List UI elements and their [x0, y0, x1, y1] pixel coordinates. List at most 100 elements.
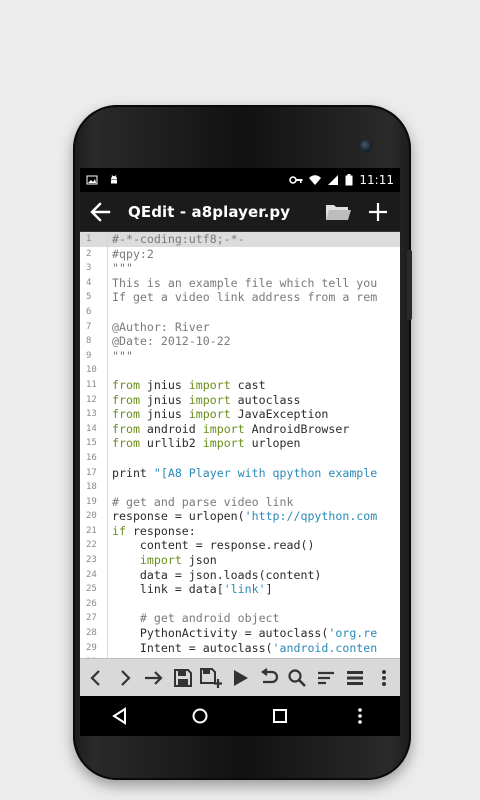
- editor-toolbar: [80, 658, 400, 696]
- line-number: 18: [80, 480, 108, 495]
- chevron-left-icon: [90, 669, 101, 686]
- code-text: @Author: River: [112, 320, 210, 335]
- undo-icon: [260, 667, 278, 683]
- page-title: QEdit - a8player.py: [128, 202, 291, 221]
- line-number: 29: [80, 640, 108, 656]
- undo-button[interactable]: [256, 663, 282, 693]
- code-token: android: [139, 421, 203, 436]
- code-line[interactable]: 19 # get and parse video link: [80, 494, 400, 510]
- code-line[interactable]: 4 This is an example file which tell you: [80, 275, 400, 291]
- line-number: 6: [80, 304, 108, 320]
- code-line[interactable]: 5 If get a video link address from a rem: [80, 290, 400, 305]
- nav-menu-button[interactable]: [340, 698, 380, 734]
- line-number: 16: [80, 450, 108, 466]
- save-button[interactable]: [170, 663, 196, 693]
- code-token: import: [202, 421, 245, 436]
- code-token: Intent = autoclass(: [112, 640, 273, 655]
- code-line[interactable]: 25 link = data['link']: [80, 582, 400, 597]
- nav-recents-button[interactable]: [260, 698, 300, 734]
- code-line[interactable]: 24 data = json.loads(content): [80, 567, 400, 583]
- code-token: #qpy:2: [112, 246, 154, 261]
- code-editor[interactable]: 1 #-*-coding:utf8;-*- 2 #qpy:2 3 """ 4 This is …: [80, 232, 400, 658]
- format-button[interactable]: [313, 663, 339, 693]
- signal-icon: [328, 175, 339, 185]
- vpn-key-icon: [289, 176, 303, 184]
- nav-right-button[interactable]: [112, 663, 138, 693]
- code-token: jnius: [139, 377, 189, 392]
- run-button[interactable]: [227, 663, 253, 693]
- code-line[interactable]: 8 @Date: 2012-10-22: [80, 334, 400, 349]
- folder-icon: [326, 204, 351, 220]
- code-text: print "[A8 Player with qpython example: [112, 466, 377, 481]
- code-line[interactable]: 16: [80, 450, 400, 466]
- code-token: 'org.re: [328, 626, 378, 641]
- search-button[interactable]: [284, 663, 310, 693]
- code-line[interactable]: 15 from urllib2 import urlopen: [80, 436, 400, 451]
- code-token: urllib2: [139, 436, 203, 451]
- code-line[interactable]: 21 if response:: [80, 523, 400, 539]
- code-token: 'http://qpython.com: [244, 509, 378, 524]
- code-token: """: [112, 348, 133, 363]
- code-token: response:: [125, 523, 196, 538]
- line-number: 9: [80, 348, 108, 364]
- nav-back-button[interactable]: [100, 698, 140, 734]
- code-text: This is an example file which tell you: [112, 276, 377, 291]
- nav-home-icon: [192, 708, 208, 724]
- code-line[interactable]: 17 print "[A8 Player with qpython example: [80, 465, 400, 481]
- status-bar: 11:11: [80, 168, 400, 192]
- code-text: # get and parse video link: [112, 495, 293, 510]
- android-notification-icon: [111, 175, 117, 184]
- code-line[interactable]: 20 response = urlopen('http://qpython.com: [80, 509, 400, 524]
- code-text: data = json.loads(content): [112, 567, 322, 583]
- code-token: import: [188, 407, 231, 422]
- code-line[interactable]: 18: [80, 480, 400, 495]
- line-number: 22: [80, 538, 108, 554]
- code-line[interactable]: 6: [80, 304, 400, 320]
- code-line[interactable]: 28 PythonActivity = autoclass('org.re: [80, 626, 400, 641]
- code-text: import json: [112, 553, 217, 568]
- code-line[interactable]: 29 Intent = autoclass('android.conten: [80, 640, 400, 656]
- nav-recents-icon: [273, 709, 287, 723]
- code-line[interactable]: 12 from jnius import autoclass: [80, 392, 400, 408]
- line-number: 12: [80, 392, 108, 408]
- code-token: import: [188, 392, 231, 407]
- code-line[interactable]: 13 from jnius import JavaException: [80, 407, 400, 422]
- image-notification-icon: [86, 175, 98, 185]
- code-line[interactable]: 10: [80, 363, 400, 378]
- code-line[interactable]: 22 content = response.read(): [80, 538, 400, 554]
- save-as-button[interactable]: [198, 663, 224, 693]
- code-token: from: [112, 436, 140, 451]
- nav-left-button[interactable]: [83, 663, 109, 693]
- code-line[interactable]: 23 import json: [80, 553, 400, 568]
- wifi-icon: [309, 175, 322, 185]
- code-token: data = json.loads(content): [112, 567, 322, 582]
- code-line[interactable]: 9 """: [80, 348, 400, 364]
- play-icon: [233, 669, 248, 686]
- line-number: 13: [80, 407, 108, 422]
- goto-line-button[interactable]: [141, 663, 167, 693]
- code-token: # get and parse video link: [112, 494, 294, 509]
- nav-home-button[interactable]: [180, 698, 220, 734]
- code-text: link = data['link']: [112, 582, 273, 597]
- code-line[interactable]: 26: [80, 596, 400, 612]
- open-folder-button[interactable]: [320, 194, 356, 230]
- code-line[interactable]: 3 """: [80, 261, 400, 276]
- code-token: jnius: [139, 392, 189, 407]
- code-line[interactable]: 7 @Author: River: [80, 319, 400, 335]
- add-file-button[interactable]: [360, 194, 396, 230]
- code-token: cast: [230, 377, 266, 392]
- code-line[interactable]: 14 from android import AndroidBrowser: [80, 421, 400, 437]
- back-arrow-button[interactable]: [80, 192, 120, 232]
- code-line[interactable]: 2 #qpy:2: [80, 246, 400, 262]
- code-line[interactable]: 1 #-*-coding:utf8;-*-: [80, 232, 400, 247]
- line-number: 24: [80, 567, 108, 583]
- code-line[interactable]: 27 # get android object: [80, 611, 400, 627]
- phone-side-button: [407, 250, 412, 320]
- status-time: 11:11: [359, 173, 394, 187]
- list-button[interactable]: [342, 663, 368, 693]
- line-number: 27: [80, 611, 108, 627]
- system-nav-bar: [80, 696, 400, 736]
- overflow-menu-button[interactable]: [371, 663, 397, 693]
- code-line[interactable]: 11 from jnius import cast: [80, 377, 400, 393]
